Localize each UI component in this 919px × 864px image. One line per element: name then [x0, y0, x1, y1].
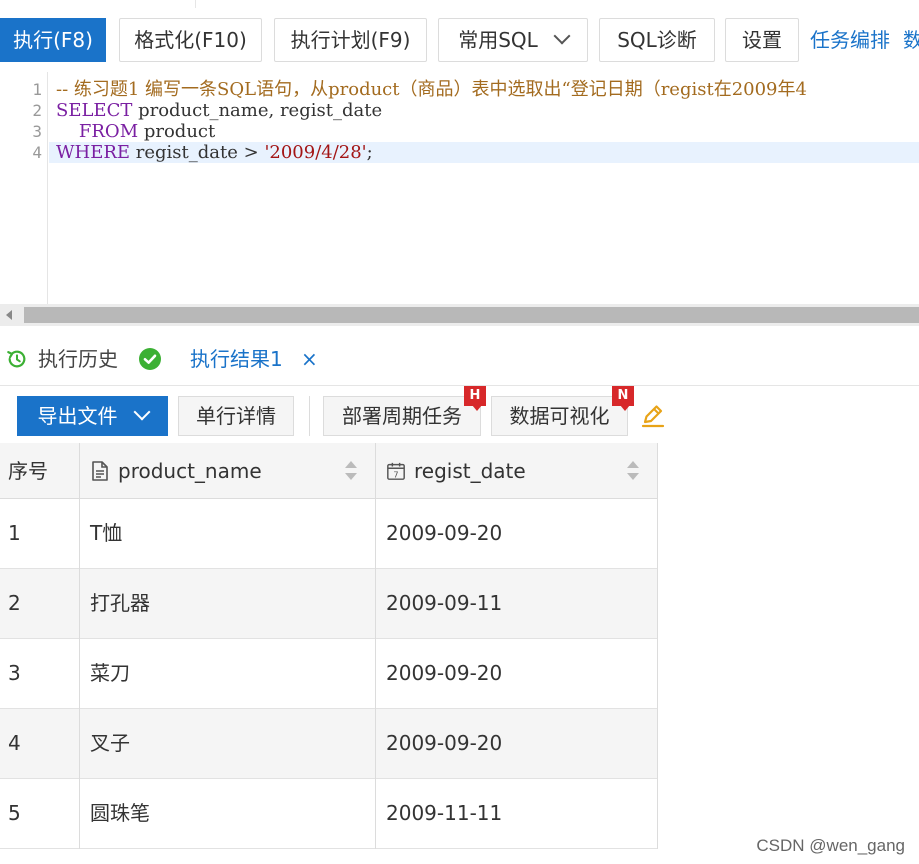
line-number-gutter: 1 2 3 4 — [0, 72, 48, 304]
watermark: CSDN @wen_gang — [756, 836, 905, 855]
edit-pencil-icon[interactable] — [640, 403, 666, 429]
result-table: 序号 product_name 7 regist_date 1 T恤 2009-… — [0, 443, 919, 864]
cell-regist-date: 2009-11-11 — [376, 779, 658, 849]
execute-button[interactable]: 执行(F8) — [0, 18, 106, 62]
table-row[interactable]: 2 打孔器 2009-09-11 — [0, 569, 658, 639]
task-schedule-link[interactable]: 任务编排 — [810, 18, 890, 62]
line-number: 4 — [32, 143, 42, 162]
data-visualization-button[interactable]: 数据可视化 — [491, 396, 628, 436]
sql-keyword: WHERE — [56, 142, 131, 163]
cell-index: 2 — [0, 569, 80, 639]
cell-product-name: 打孔器 — [80, 569, 376, 639]
table-row[interactable]: 4 叉子 2009-09-20 — [0, 709, 658, 779]
column-header-label: regist_date — [414, 459, 526, 483]
column-header-product-name[interactable]: product_name — [80, 443, 376, 499]
execution-plan-button[interactable]: 执行计划(F9) — [274, 18, 427, 62]
chevron-down-icon — [553, 27, 571, 45]
column-header-label: product_name — [118, 459, 262, 483]
result-toolbar: 导出文件 单行详情 部署周期任务 H 数据可视化 N — [0, 386, 919, 443]
export-file-label: 导出文件 — [37, 404, 118, 428]
column-header-regist-date[interactable]: 7 regist_date — [376, 443, 658, 499]
close-tab-icon[interactable]: × — [301, 346, 318, 372]
common-sql-dropdown[interactable]: 常用SQL — [438, 18, 588, 62]
cell-index: 3 — [0, 639, 80, 709]
cell-product-name: 圆珠笔 — [80, 779, 376, 849]
line-number: 2 — [32, 101, 42, 120]
chevron-down-icon — [133, 403, 150, 421]
sql-diagnose-button[interactable]: SQL诊断 — [599, 18, 715, 62]
common-sql-label: 常用SQL — [458, 28, 538, 52]
toolbar-top-strip — [0, 0, 919, 8]
deploy-periodic-task-button[interactable]: 部署周期任务 — [323, 396, 481, 436]
editor-horizontal-scrollbar[interactable] — [0, 304, 919, 326]
sql-condition: regist_date > — [130, 142, 265, 163]
code-line-comment: -- 练习题1 编写一条SQL语句，从product（商品）表中选取出“登记日期… — [56, 79, 807, 100]
history-icon — [7, 350, 26, 368]
sort-icon[interactable] — [345, 461, 357, 483]
column-header-index[interactable]: 序号 — [0, 443, 80, 499]
svg-text:7: 7 — [393, 469, 398, 479]
cell-regist-date: 2009-09-20 — [376, 709, 658, 779]
row-detail-button[interactable]: 单行详情 — [178, 396, 294, 436]
cell-index: 1 — [0, 499, 80, 569]
tab-execution-result[interactable]: 执行结果1 — [190, 346, 283, 372]
settings-button[interactable]: 设置 — [725, 18, 799, 62]
text-column-icon — [92, 461, 108, 481]
table-header: 序号 product_name 7 regist_date — [0, 443, 658, 499]
scrollbar-thumb[interactable] — [24, 307, 919, 323]
export-file-dropdown[interactable]: 导出文件 — [17, 396, 168, 436]
cell-product-name: 叉子 — [80, 709, 376, 779]
sql-table: product — [138, 121, 216, 142]
sql-terminator: ; — [366, 142, 373, 163]
toolbar-overflow-link[interactable]: 数 — [903, 18, 919, 62]
sql-columns: product_name, regist_date — [132, 100, 383, 121]
sort-icon[interactable] — [627, 461, 639, 483]
cell-regist-date: 2009-09-11 — [376, 569, 658, 639]
scroll-left-icon[interactable] — [6, 310, 12, 320]
cell-index: 5 — [0, 779, 80, 849]
result-tabs: 执行历史 执行结果1 × — [0, 326, 919, 386]
sql-toolbar: 执行(F8) 格式化(F10) 执行计划(F9) 常用SQL SQL诊断 设置 … — [0, 0, 919, 72]
code-line-where: WHERE regist_date > '2009/4/28'; — [56, 142, 373, 163]
format-button[interactable]: 格式化(F10) — [119, 18, 262, 62]
calendar-icon: 7 — [387, 462, 405, 480]
sql-editor[interactable]: 1 2 3 4 -- 练习题1 编写一条SQL语句，从product（商品）表中… — [0, 72, 919, 304]
code-line-from: FROM product — [56, 121, 215, 142]
new-badge: N — [612, 386, 634, 411]
success-check-icon — [139, 348, 161, 370]
cell-product-name: 菜刀 — [80, 639, 376, 709]
toolbar-divider — [309, 396, 310, 436]
line-number: 1 — [32, 80, 42, 99]
sql-keyword: FROM — [78, 121, 139, 142]
cell-regist-date: 2009-09-20 — [376, 639, 658, 709]
cell-product-name: T恤 — [80, 499, 376, 569]
sql-string-literal: '2009/4/28' — [264, 142, 367, 163]
toolbar-top-segment — [0, 0, 196, 8]
hot-badge: H — [464, 386, 486, 411]
tab-history-label: 执行历史 — [38, 347, 118, 371]
line-number: 3 — [32, 122, 42, 141]
sql-keyword: SELECT — [56, 100, 133, 121]
cell-regist-date: 2009-09-20 — [376, 499, 658, 569]
table-row[interactable]: 1 T恤 2009-09-20 — [0, 499, 658, 569]
tab-execution-history[interactable]: 执行历史 — [6, 346, 118, 372]
table-row[interactable]: 5 圆珠笔 2009-11-11 — [0, 779, 658, 849]
code-line-select: SELECT product_name, regist_date — [56, 100, 382, 121]
table-row[interactable]: 3 菜刀 2009-09-20 — [0, 639, 658, 709]
cell-index: 4 — [0, 709, 80, 779]
